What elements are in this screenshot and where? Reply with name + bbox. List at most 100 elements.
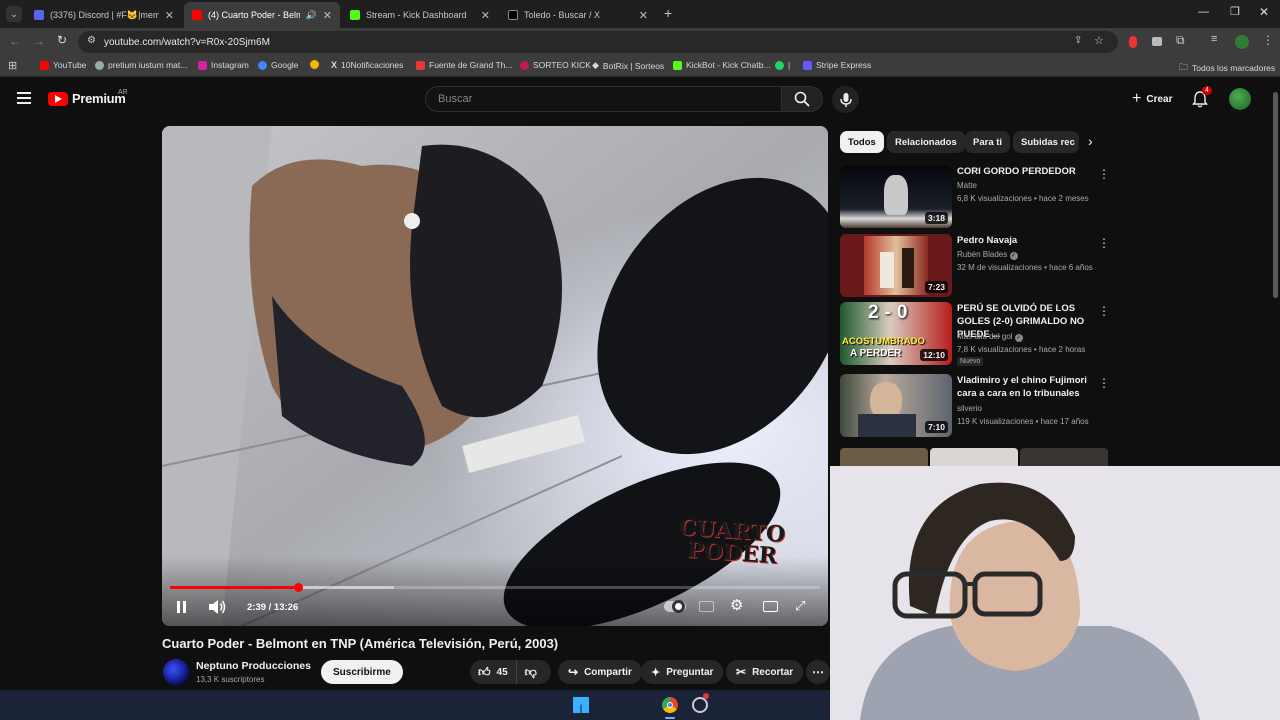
obs-taskbar-icon[interactable] bbox=[692, 697, 708, 713]
window-close-button[interactable]: ✕ bbox=[1259, 5, 1269, 19]
notifications-button[interactable]: 4 bbox=[1192, 86, 1212, 113]
chevron-right-icon[interactable]: › bbox=[1088, 133, 1093, 149]
more-options-icon[interactable]: ⋮ bbox=[1098, 376, 1110, 390]
close-icon[interactable]: ✕ bbox=[481, 9, 490, 22]
chip-para-ti[interactable]: Para ti bbox=[965, 131, 1011, 153]
browser-menu-icon[interactable]: ⋮ bbox=[1262, 33, 1274, 47]
windows-start-icon[interactable] bbox=[573, 697, 589, 713]
shorts-thumbnail[interactable] bbox=[1020, 448, 1108, 468]
windows-taskbar bbox=[0, 690, 830, 720]
subscribe-button[interactable]: Suscribirme bbox=[321, 660, 403, 684]
recommendation-channel: Más allá del gol ✓ bbox=[957, 332, 1023, 342]
search-input[interactable]: Buscar bbox=[425, 86, 782, 112]
speaker-icon[interactable]: 🔊 bbox=[306, 10, 317, 21]
recommendation-item[interactable]: 3:18 CORI GORDO PERDEDOR Matte 6,8 K vis… bbox=[840, 165, 1110, 229]
clip-button[interactable]: ✂ Recortar bbox=[726, 660, 804, 684]
autoplay-toggle[interactable] bbox=[664, 600, 686, 613]
scrollbar-thumb[interactable] bbox=[1273, 92, 1278, 298]
bookmark-instagram[interactable]: Instagram bbox=[198, 60, 249, 70]
shorts-thumbnail[interactable] bbox=[930, 448, 1018, 468]
more-actions-button[interactable]: ⋯ bbox=[806, 660, 830, 684]
close-icon[interactable]: ✕ bbox=[323, 9, 332, 22]
progress-scrubber[interactable] bbox=[293, 583, 303, 592]
bookmark-pinwheel[interactable] bbox=[310, 60, 323, 69]
tab-search-button[interactable]: ⌄ bbox=[6, 6, 22, 22]
bookmark-notificaciones[interactable]: X 10Notificaciones bbox=[331, 60, 403, 70]
video-player[interactable]: CUARTO PODER 2:39 / 13:26 ⚙ ⤢ bbox=[162, 126, 828, 626]
tab-kick[interactable]: Stream - Kick Dashboard ✕ bbox=[342, 2, 498, 28]
bookmark-youtube[interactable]: YouTube bbox=[40, 60, 86, 70]
share-button[interactable]: ↪ Compartir bbox=[558, 660, 642, 684]
chrome-taskbar-icon[interactable] bbox=[662, 697, 678, 713]
media-control-icon[interactable]: ≡ bbox=[1211, 33, 1217, 45]
create-button[interactable]: + Crear bbox=[1122, 86, 1182, 112]
extensions-puzzle-icon[interactable]: ⧉ bbox=[1176, 33, 1185, 48]
bookmark-grand-theft[interactable]: Fuente de Grand Th... bbox=[416, 60, 512, 70]
video-thumbnail[interactable]: 7:10 bbox=[840, 374, 952, 437]
bookmark-kickbot[interactable]: KickBot - Kick Chatb... bbox=[673, 60, 771, 70]
reload-icon[interactable]: ↻ bbox=[57, 33, 67, 47]
progress-bar[interactable] bbox=[170, 583, 820, 592]
close-icon[interactable]: ✕ bbox=[639, 9, 648, 22]
apps-icon[interactable]: ⊞ bbox=[8, 59, 17, 72]
bookmark-pretium[interactable]: pretium iustum mat... bbox=[95, 60, 187, 70]
fullscreen-icon[interactable]: ⤢ bbox=[795, 598, 805, 614]
like-button[interactable]: 👍︎ 45 bbox=[470, 660, 517, 684]
subtitles-icon[interactable] bbox=[699, 601, 714, 612]
bookmark-star-icon[interactable]: ☆ bbox=[1094, 34, 1104, 47]
tab-x[interactable]: Toledo - Buscar / X ✕ bbox=[500, 2, 656, 28]
player-controls-gradient bbox=[162, 556, 828, 626]
extension-record-icon[interactable] bbox=[1129, 36, 1137, 48]
all-bookmarks-folder[interactable]: 🗀 Todos los marcadores bbox=[1179, 60, 1275, 76]
back-icon[interactable]: ← bbox=[9, 34, 21, 48]
chip-relacionados[interactable]: Relacionados bbox=[887, 131, 965, 153]
pause-button[interactable] bbox=[177, 601, 186, 613]
hamburger-menu-icon[interactable] bbox=[17, 92, 31, 104]
channel-avatar[interactable] bbox=[163, 659, 189, 685]
chip-subidas-recientes[interactable]: Subidas rec bbox=[1013, 131, 1079, 153]
youtube-logo[interactable]: Premium bbox=[48, 91, 126, 106]
minimize-button[interactable]: — bbox=[1198, 6, 1209, 18]
recommendation-item[interactable]: 2-0 ACOSTUMBRADO A PERDER 12:10 PERÚ SE … bbox=[840, 302, 1110, 366]
profile-avatar[interactable] bbox=[1235, 35, 1249, 49]
shorts-thumbnail[interactable] bbox=[840, 448, 928, 468]
page-scrollbar[interactable] bbox=[1271, 78, 1280, 466]
channel-name[interactable]: Neptuno Producciones bbox=[196, 660, 311, 672]
dislike-button[interactable]: 👎︎ bbox=[517, 665, 545, 680]
settings-gear-icon[interactable]: ⚙ bbox=[730, 596, 743, 614]
search-button[interactable] bbox=[781, 86, 823, 112]
recommendation-item[interactable]: 7:23 Pedro Navaja Rubén Blades ✓ 32 M de… bbox=[840, 234, 1110, 298]
restore-button[interactable]: ❐ bbox=[1230, 5, 1240, 18]
tab-discord[interactable]: (3376) Discord | #F🐱|memes ✕ bbox=[26, 2, 182, 28]
more-options-icon[interactable]: ⋮ bbox=[1098, 236, 1110, 250]
chip-todos[interactable]: Todos bbox=[840, 131, 884, 153]
tab-youtube[interactable]: (4) Cuarto Poder - Belmont 🔊 ✕ bbox=[184, 2, 340, 28]
install-icon[interactable]: ⇪ bbox=[1074, 35, 1082, 46]
account-avatar[interactable] bbox=[1229, 88, 1251, 110]
thumbnail-text-2: A PERDER bbox=[850, 348, 902, 359]
volume-button[interactable] bbox=[208, 599, 226, 620]
close-icon[interactable]: ✕ bbox=[165, 9, 174, 22]
video-thumbnail[interactable]: 7:23 bbox=[840, 234, 952, 297]
voice-search-button[interactable] bbox=[832, 86, 859, 113]
bookmark-sorteo-kick[interactable]: SORTEO KICK bbox=[520, 60, 591, 70]
extension-icon[interactable] bbox=[1152, 37, 1162, 46]
address-bar[interactable]: ⚙ youtube.com/watch?v=R0x-20Sjm6M ⇪ ☆ bbox=[78, 31, 1118, 53]
more-options-icon[interactable]: ⋮ bbox=[1098, 304, 1110, 318]
bookmark-botrix[interactable]: ◆ BotRix | Sorteos bbox=[592, 60, 664, 71]
video-thumbnail[interactable]: 2-0 ACOSTUMBRADO A PERDER 12:10 bbox=[840, 302, 952, 365]
new-tab-button[interactable]: + bbox=[664, 5, 672, 21]
tab-title: Stream - Kick Dashboard bbox=[366, 10, 467, 20]
bookmark-whatsapp[interactable]: | bbox=[775, 60, 790, 70]
video-thumbnail[interactable]: 3:18 bbox=[840, 165, 952, 228]
bookmark-stripe[interactable]: Stripe Express bbox=[803, 60, 871, 70]
more-options-icon[interactable]: ⋮ bbox=[1098, 167, 1110, 181]
ask-button[interactable]: ✦ Preguntar bbox=[641, 660, 724, 684]
recommendation-item[interactable]: 7:10 Vladimiro y el chino Fujimori cara … bbox=[840, 374, 1110, 438]
share-label: Compartir bbox=[584, 666, 632, 678]
site-info-icon[interactable]: ⚙ bbox=[87, 35, 96, 46]
forward-icon[interactable]: → bbox=[33, 34, 45, 48]
bookmark-google[interactable]: Google bbox=[258, 60, 298, 70]
x-icon bbox=[508, 10, 518, 20]
miniplayer-icon[interactable] bbox=[763, 601, 778, 612]
